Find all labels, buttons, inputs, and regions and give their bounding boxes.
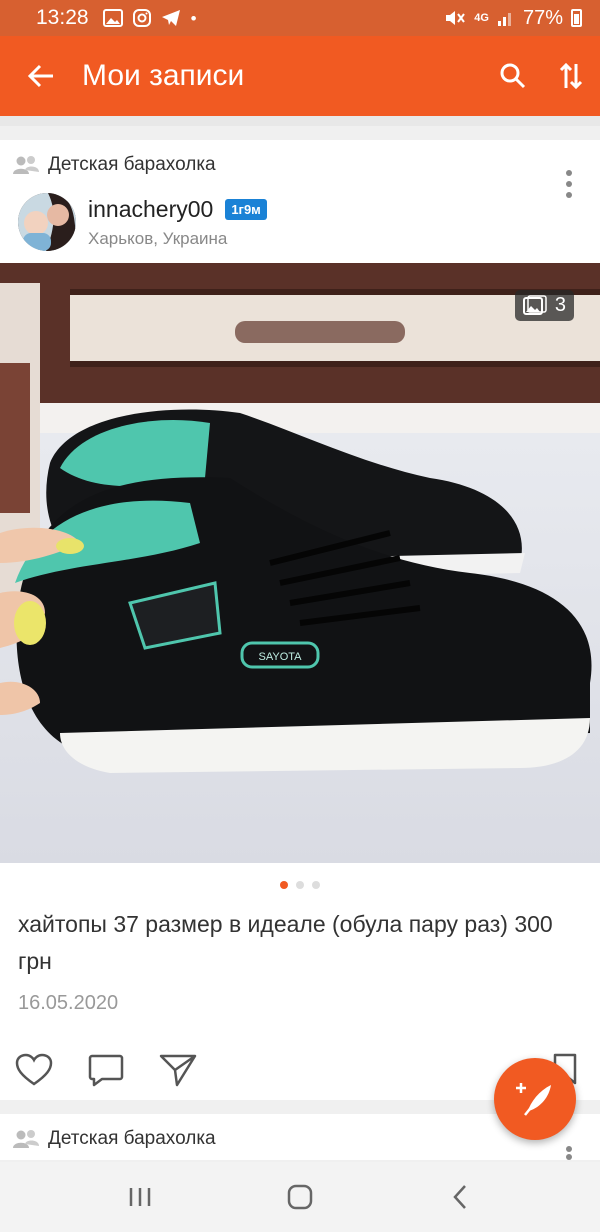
comment-icon [88,1054,124,1087]
dot-icon: • [190,8,197,28]
home-button[interactable] [270,1167,330,1227]
recents-button[interactable] [110,1167,170,1227]
group-name: Детская барахолка [48,154,216,175]
carousel-dot[interactable] [296,881,304,889]
app-bar: Мои записи [0,36,600,116]
telegram-icon [161,10,180,26]
gallery-icon [522,294,547,315]
group-icon [13,156,39,174]
avatar-image [18,193,76,251]
group-name: Детская барахолка [48,1128,216,1149]
account-age-badge: 1г9м [225,198,267,220]
add-post-feather-icon [516,1083,551,1116]
carousel-indicator [0,881,600,889]
gallery-icon [102,9,123,27]
photo-count-badge[interactable]: 3 [514,290,574,321]
carousel-dot[interactable] [312,881,320,889]
more-dot-icon [566,170,572,176]
more-options-button[interactable] [564,1146,574,1160]
group-link[interactable]: Детская барахолка [12,154,216,176]
recents-icon [129,1188,151,1206]
post-actions [14,1050,198,1090]
svg-text:SAYOTA: SAYOTA [259,651,303,663]
post-card: Детская барахолка innachery00 1г9м Харьк… [0,140,600,1100]
system-nav-bar [0,1162,600,1232]
status-time: 13:28 [36,6,89,29]
battery-label: 77% [522,6,563,29]
status-bar: 13:28 • 4G 77% [0,0,600,36]
nav-back-button[interactable] [430,1167,490,1227]
mute-icon [446,11,466,25]
signal-icon [497,13,511,26]
like-button[interactable] [14,1050,54,1090]
back-button[interactable] [0,36,82,116]
sort-button[interactable] [542,36,600,116]
carousel-dot[interactable] [280,881,288,889]
notification-icons: • [102,8,197,28]
search-icon [500,63,526,89]
shoes-photo: SAYOTA [0,263,600,863]
post-photo[interactable]: SAYOTA 3 [0,263,600,863]
comment-button[interactable] [86,1050,126,1090]
post-date: 16.05.2020 [18,992,119,1014]
share-button[interactable] [158,1050,198,1090]
post-text: хайтопы 37 размер в идеале (обула пару р… [18,911,553,974]
instagram-icon [132,9,151,27]
arrow-left-icon [27,64,53,88]
share-icon [159,1054,197,1087]
author-name[interactable]: innachery00 [88,196,213,223]
more-options-button[interactable] [564,170,574,198]
sort-icon [559,62,583,90]
network-label: 4G [474,12,489,24]
author-location: Харьков, Украина [88,228,228,248]
group-icon [13,1130,39,1148]
author-block[interactable]: innachery00 1г9м Харьков, Украина [18,193,267,251]
avatar[interactable] [18,193,76,251]
battery-icon [571,9,582,27]
home-icon [287,1184,313,1210]
back-icon [453,1185,466,1209]
search-button[interactable] [484,36,542,116]
like-icon [15,1053,53,1086]
create-post-button[interactable] [494,1058,576,1140]
feed-divider [0,116,600,126]
page-title: Мои записи [82,59,245,92]
photo-count: 3 [554,294,566,316]
group-link[interactable]: Детская барахолка [12,1128,216,1150]
